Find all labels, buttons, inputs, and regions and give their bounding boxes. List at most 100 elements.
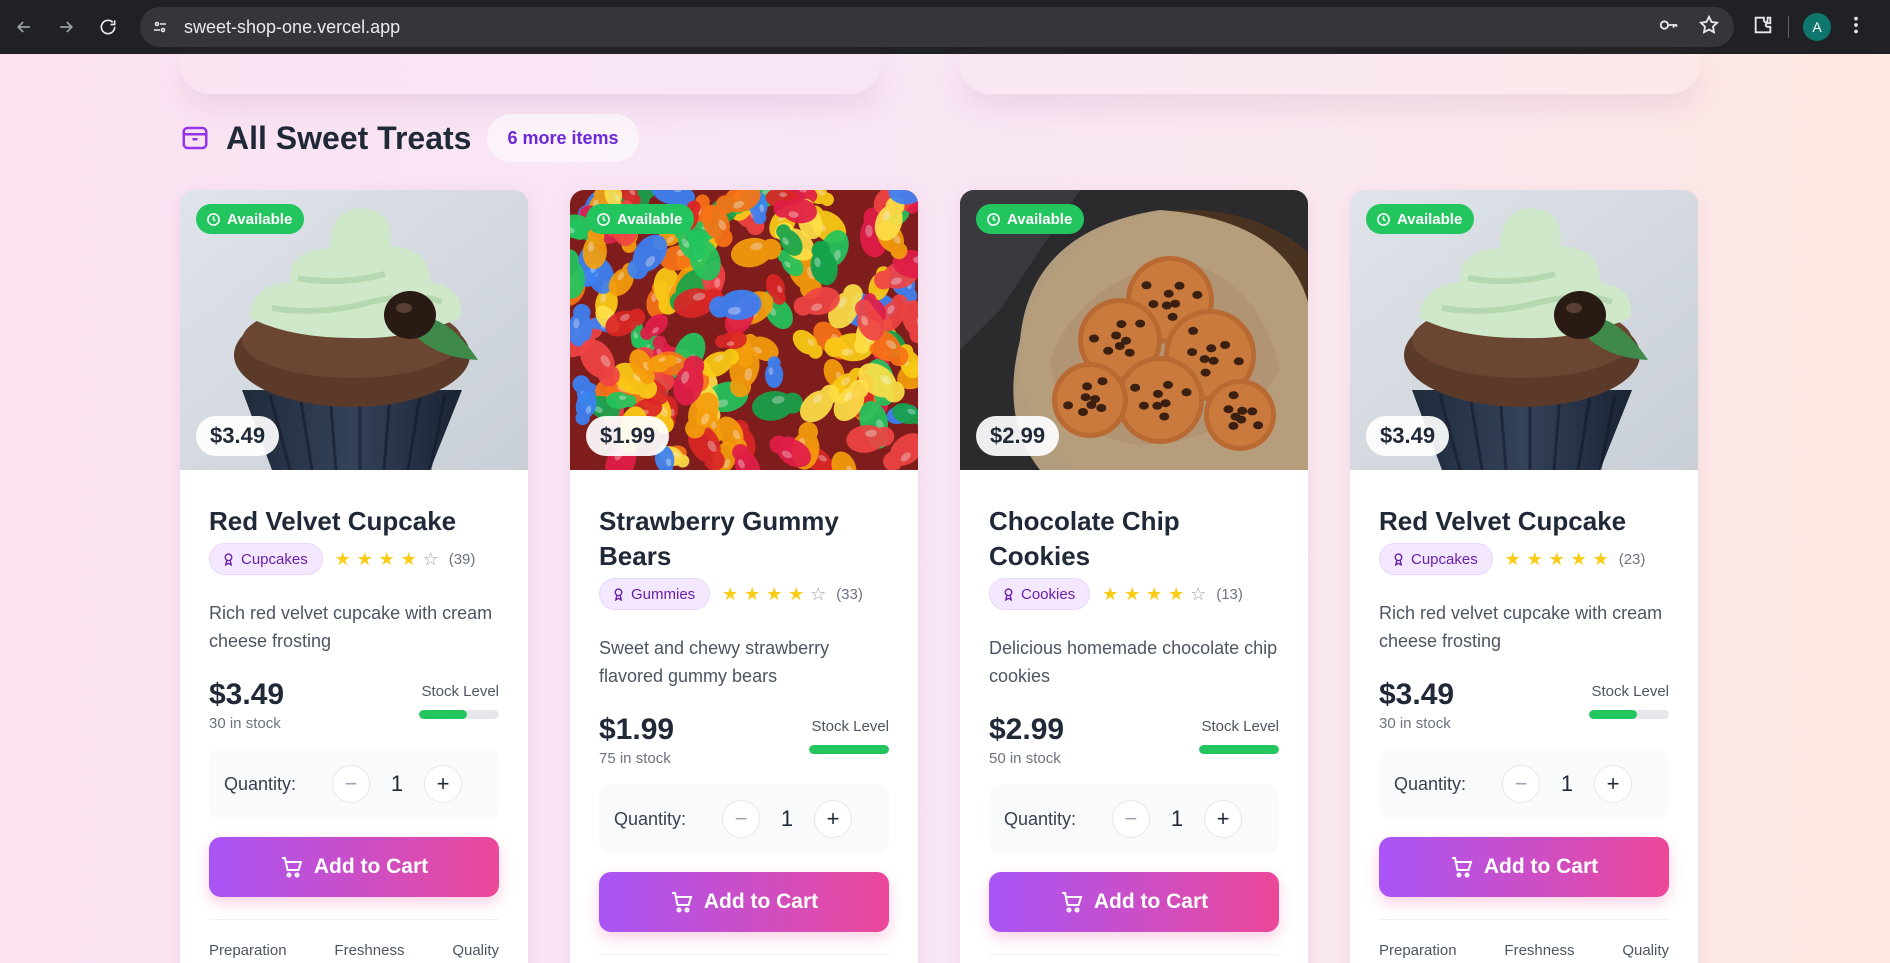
clock-icon: [207, 212, 220, 226]
cart-icon: [281, 857, 303, 878]
category-badge: Gummies: [599, 578, 711, 610]
rating-stars: ★ ★ ★ ★ ☆: [333, 550, 441, 568]
star-filled-icon: ★: [722, 584, 739, 604]
availability-badge: Available: [976, 204, 1085, 234]
review-count: (33): [836, 585, 863, 603]
quantity-value[interactable]: 1: [1150, 806, 1204, 832]
review-count: (39): [448, 550, 476, 568]
product-description: Sweet and chewy strawberry flavored gumm…: [599, 638, 830, 686]
price-stock-row: $3.49 30 in stock Stock Level: [1379, 679, 1669, 733]
product-image[interactable]: Available $3.49: [1350, 190, 1698, 470]
decrease-quantity-button[interactable]: −: [722, 800, 761, 838]
star-filled-icon: ★: [1168, 584, 1185, 604]
star-filled-icon: ★: [400, 549, 417, 569]
card-divider: [599, 954, 889, 955]
stock-level-fill: [1589, 710, 1637, 719]
add-to-cart-button[interactable]: Add to Cart: [209, 837, 499, 897]
product-image[interactable]: Available $1.99: [570, 190, 918, 470]
availability-text: Available: [1007, 210, 1073, 228]
star-filled-icon: ★: [1526, 549, 1543, 569]
url-text[interactable]: sweet-shop-one.vercel.app: [184, 17, 400, 38]
star-filled-icon: ★: [378, 549, 395, 569]
metric-quality: Quality: [452, 942, 499, 959]
quantity-value[interactable]: 1: [370, 771, 424, 797]
add-to-cart-button[interactable]: Add to Cart: [599, 872, 889, 932]
section-header: All Sweet Treats 6 more items: [180, 114, 639, 162]
award-icon: [614, 587, 623, 601]
add-to-cart-button[interactable]: Add to Cart: [1379, 837, 1669, 897]
increase-quantity-button[interactable]: +: [814, 800, 853, 838]
product-name: Red Velvet Cupcake: [1379, 506, 1627, 536]
more-items-badge: 6 more items: [487, 114, 639, 162]
star-filled-icon: ★: [744, 584, 761, 604]
add-to-cart-label: Add to Cart: [1483, 855, 1599, 878]
cart-icon: [1451, 857, 1473, 878]
add-to-cart-label: Add to Cart: [313, 855, 429, 878]
stock-level-label: Stock Level: [1201, 718, 1279, 735]
cart-icon: [1061, 892, 1083, 913]
quantity-value[interactable]: 1: [1540, 771, 1594, 797]
product-image[interactable]: Available $3.49: [180, 190, 528, 470]
rating-stars: ★ ★ ★ ★ ☆: [720, 585, 828, 603]
star-filled-icon: ★: [334, 549, 351, 569]
price-stock-row: $2.99 50 in stock Stock Level: [989, 714, 1279, 768]
previous-section-shadow: [960, 54, 1700, 94]
rating-stars: ★ ★ ★ ★ ☆: [1100, 585, 1208, 603]
quantity-selector: Quantity: − 1 +: [209, 749, 499, 819]
star-filled-icon: ★: [356, 549, 373, 569]
category-badge: Cookies: [989, 578, 1091, 610]
award-icon: [1394, 552, 1403, 566]
quantity-value[interactable]: 1: [760, 806, 814, 832]
quantity-label: Quantity:: [614, 808, 687, 829]
quantity-label: Quantity:: [1394, 773, 1467, 794]
increase-quantity-button[interactable]: +: [424, 765, 463, 803]
review-count: (23): [1618, 550, 1646, 568]
extensions-icon[interactable]: [1752, 14, 1774, 41]
image-price-tag: $2.99: [976, 416, 1060, 456]
forward-icon[interactable]: [48, 9, 84, 45]
cart-icon: [671, 892, 693, 913]
increase-quantity-button[interactable]: +: [1204, 800, 1243, 838]
site-info-icon[interactable]: [146, 13, 174, 41]
browser-toolbar: sweet-shop-one.vercel.app A: [0, 0, 1890, 54]
star-filled-icon: ★: [788, 584, 805, 604]
address-bar[interactable]: sweet-shop-one.vercel.app: [140, 7, 1734, 47]
package-icon: [182, 126, 208, 150]
clock-icon: [1377, 212, 1390, 226]
bookmark-star-icon[interactable]: [1698, 14, 1720, 41]
stock-level-fill: [809, 745, 889, 754]
product-image[interactable]: Available $2.99: [960, 190, 1308, 470]
menu-icon[interactable]: [1845, 14, 1867, 41]
password-key-icon[interactable]: [1658, 14, 1680, 41]
add-to-cart-button[interactable]: Add to Cart: [989, 872, 1279, 932]
card-divider: [209, 919, 499, 920]
availability-badge: Available: [1366, 204, 1475, 234]
decrease-quantity-button[interactable]: −: [1502, 765, 1541, 803]
stock-level-bar: [1199, 745, 1279, 754]
card-divider: [1379, 919, 1669, 920]
decrease-quantity-button[interactable]: −: [332, 765, 371, 803]
quantity-selector: Quantity: − 1 +: [1379, 749, 1669, 819]
star-filled-icon: ★: [1592, 549, 1609, 569]
star-filled-icon: ★: [1124, 584, 1141, 604]
back-icon[interactable]: [6, 9, 42, 45]
image-price-tag: $3.49: [1366, 416, 1450, 456]
category-badge: Cupcakes: [1379, 543, 1493, 575]
decrease-quantity-button[interactable]: −: [1112, 800, 1151, 838]
category-badge: Cupcakes: [209, 543, 323, 575]
availability-text: Available: [227, 210, 293, 228]
category-label: Gummies: [631, 585, 696, 603]
metric-quality: Quality: [1622, 942, 1669, 959]
category-label: Cookies: [1021, 585, 1076, 603]
profile-avatar[interactable]: A: [1803, 13, 1831, 41]
stock-level-bar: [1589, 710, 1669, 719]
metric-preparation: Preparation: [209, 942, 287, 959]
quantity-label: Quantity:: [224, 773, 297, 794]
reload-icon[interactable]: [90, 9, 126, 45]
clock-icon: [597, 212, 610, 226]
product-name: Chocolate Chip Cookies: [989, 506, 1180, 571]
product-description: Rich red velvet cupcake with cream chees…: [209, 603, 493, 651]
increase-quantity-button[interactable]: +: [1594, 765, 1633, 803]
category-label: Cupcakes: [241, 550, 308, 568]
product-name: Strawberry Gummy Bears: [599, 506, 839, 571]
